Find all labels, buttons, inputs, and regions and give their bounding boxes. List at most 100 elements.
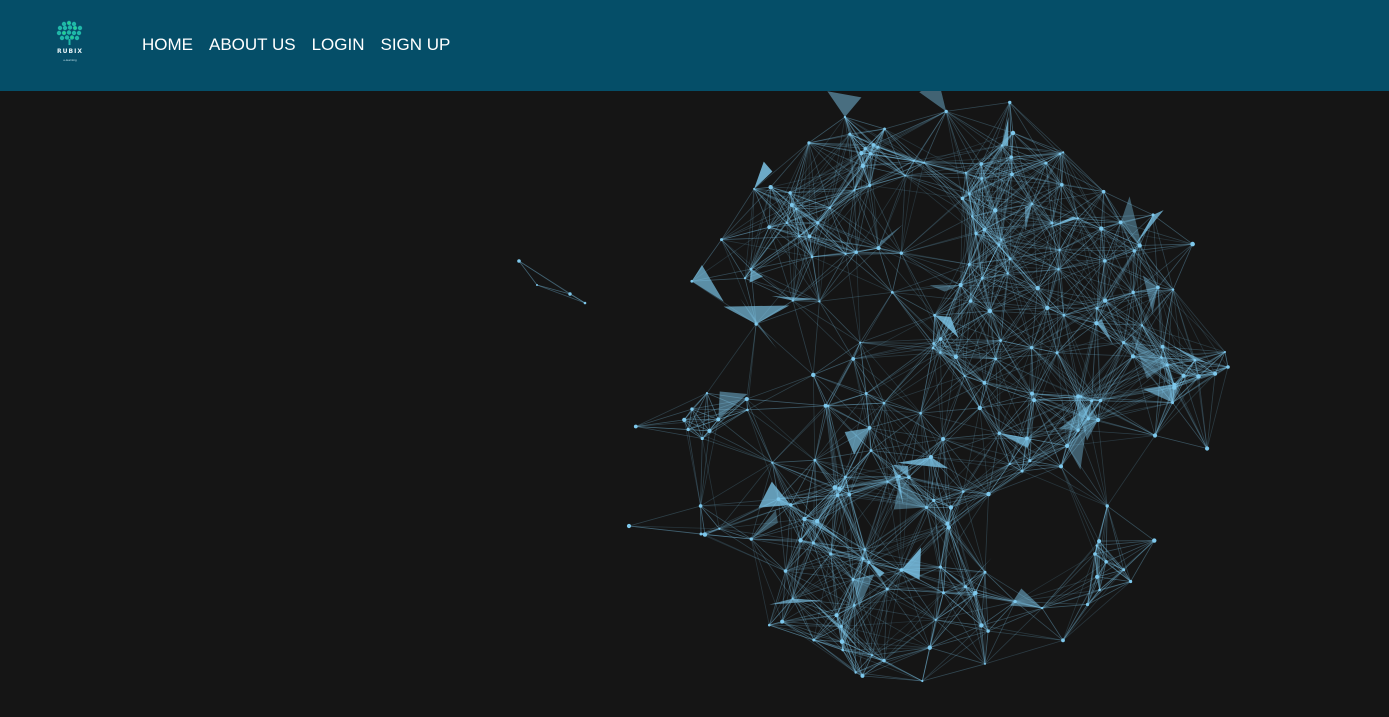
network-node xyxy=(953,354,959,360)
network-node xyxy=(823,403,828,408)
network-node xyxy=(876,145,880,149)
rubix-logo[interactable]: RUBIX e-learning xyxy=(50,18,90,66)
network-node xyxy=(1061,638,1065,643)
network-node xyxy=(1044,161,1048,165)
network-node xyxy=(897,474,901,479)
network-node xyxy=(1040,606,1044,610)
network-node xyxy=(1079,395,1083,398)
network-node xyxy=(699,532,703,536)
nav-about-us[interactable]: ABOUT US xyxy=(209,35,296,55)
network-node xyxy=(977,405,983,411)
network-node xyxy=(1020,469,1024,473)
network-node xyxy=(1076,428,1080,432)
nav-home[interactable]: HOME xyxy=(142,35,193,55)
network-node xyxy=(963,585,968,589)
nav-sign-up[interactable]: SIGN UP xyxy=(381,35,451,55)
network-node xyxy=(839,624,843,629)
network-node xyxy=(746,408,749,412)
network-node xyxy=(837,486,842,491)
network-node xyxy=(1172,385,1177,390)
nav-login[interactable]: LOGIN xyxy=(312,35,365,55)
network-node xyxy=(810,255,814,259)
network-node xyxy=(982,380,987,385)
network-node xyxy=(851,356,856,361)
network-node xyxy=(871,143,876,147)
network-node xyxy=(1095,417,1101,423)
network-node xyxy=(983,662,986,665)
network-node xyxy=(776,497,781,501)
particle-network-illustration xyxy=(517,91,1230,683)
network-node xyxy=(1008,257,1012,261)
network-node xyxy=(868,183,872,187)
logo-tagline: e-learning xyxy=(63,58,77,62)
network-node xyxy=(835,493,840,498)
network-node xyxy=(967,192,971,196)
network-node xyxy=(788,191,792,195)
network-node xyxy=(907,475,911,479)
network-node xyxy=(1204,446,1210,451)
network-node xyxy=(1098,588,1101,592)
network-node xyxy=(1137,243,1142,248)
network-node xyxy=(1099,226,1104,231)
network-node xyxy=(1155,285,1160,290)
network-node xyxy=(1028,459,1032,463)
network-node xyxy=(851,578,855,582)
network-node xyxy=(938,337,943,341)
network-node xyxy=(626,523,632,529)
network-node xyxy=(1140,324,1144,327)
network-node xyxy=(1131,290,1135,295)
network-node xyxy=(1165,363,1169,367)
network-node xyxy=(922,161,926,164)
network-node xyxy=(890,290,894,294)
network-node xyxy=(882,401,886,405)
network-node xyxy=(1095,574,1100,579)
network-node xyxy=(863,548,867,551)
network-node xyxy=(859,341,862,344)
network-node xyxy=(828,206,832,209)
network-node xyxy=(1086,416,1091,421)
network-node xyxy=(928,455,934,460)
network-node xyxy=(707,428,712,433)
network-node xyxy=(798,235,801,238)
network-node xyxy=(783,569,788,573)
network-node xyxy=(941,437,946,442)
network-node xyxy=(829,552,833,556)
network-node xyxy=(899,251,904,255)
network-node xyxy=(802,516,807,522)
network-node xyxy=(883,127,886,131)
network-node xyxy=(843,115,847,119)
network-node xyxy=(843,475,847,479)
network-lines xyxy=(518,102,1229,682)
network-node xyxy=(863,146,867,151)
network-node xyxy=(1122,340,1126,345)
network-node xyxy=(1008,100,1012,105)
network-node xyxy=(987,308,993,314)
network-node xyxy=(1050,221,1054,225)
network-node xyxy=(999,339,1002,342)
network-node xyxy=(839,639,845,644)
network-node xyxy=(827,404,830,407)
network-node xyxy=(1190,241,1195,247)
network-node xyxy=(1160,356,1163,359)
network-node xyxy=(1024,436,1029,441)
network-node xyxy=(1101,189,1106,194)
network-node xyxy=(1094,321,1099,326)
network-node xyxy=(921,679,924,683)
network-node xyxy=(994,357,998,361)
network-node xyxy=(964,171,967,174)
network-node xyxy=(1076,394,1081,399)
network-node xyxy=(854,250,858,254)
network-node xyxy=(812,638,816,642)
network-node xyxy=(882,658,886,663)
network-node xyxy=(1029,345,1034,350)
network-node xyxy=(968,299,973,303)
network-node xyxy=(860,673,865,678)
network-node xyxy=(912,159,915,162)
network-node xyxy=(941,591,945,595)
network-node xyxy=(1064,443,1070,448)
network-node xyxy=(939,351,942,354)
network-node xyxy=(1130,354,1136,359)
network-node xyxy=(768,184,773,190)
network-node xyxy=(633,424,638,429)
network-node xyxy=(795,207,798,211)
